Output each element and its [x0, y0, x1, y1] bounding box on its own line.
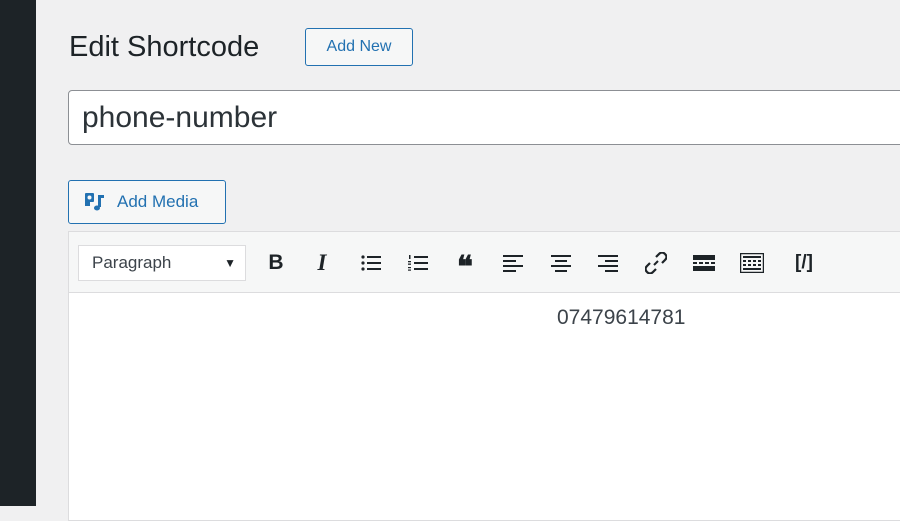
toolbar-toggle-icon: [740, 253, 764, 273]
editor-content[interactable]: 07479614781: [69, 294, 900, 514]
shortcode-title-input[interactable]: [68, 90, 900, 145]
italic-button[interactable]: I: [307, 246, 337, 280]
shortcode-button[interactable]: [/]: [786, 246, 822, 280]
align-center-icon: [551, 255, 571, 272]
shortcode-icon: [/]: [795, 252, 813, 273]
insert-link-icon: [645, 252, 667, 274]
align-center-button[interactable]: [546, 246, 576, 280]
align-right-button[interactable]: [593, 246, 623, 280]
bulleted-list-icon: [361, 255, 381, 271]
numbered-list-icon: [408, 255, 428, 271]
align-right-icon: [598, 255, 618, 272]
numbered-list-button[interactable]: [403, 246, 433, 280]
bulleted-list-button[interactable]: [356, 246, 386, 280]
add-media-button[interactable]: Add Media: [68, 180, 226, 224]
align-left-button[interactable]: [498, 246, 528, 280]
format-select[interactable]: Paragraph ▼: [78, 245, 246, 281]
add-new-button[interactable]: Add New: [305, 28, 413, 66]
align-left-icon: [503, 255, 523, 272]
bold-button[interactable]: B: [261, 246, 291, 280]
read-more-icon: [693, 255, 715, 271]
blockquote-button[interactable]: ❝: [450, 246, 480, 284]
toolbar-toggle-button[interactable]: [737, 246, 767, 280]
editor: Paragraph ▼ B I ❝ [/] 07479614781: [68, 231, 900, 521]
add-media-label: Add Media: [117, 192, 199, 211]
editor-toolbar: Paragraph ▼ B I ❝ [/]: [69, 232, 900, 293]
admin-sidebar: [0, 0, 36, 506]
media-icon: [83, 191, 107, 213]
blockquote-icon: ❝: [456, 251, 474, 284]
chevron-down-icon: ▼: [224, 256, 236, 270]
format-select-value: Paragraph: [92, 253, 172, 272]
editor-content-text: 07479614781: [557, 306, 686, 329]
insert-link-button[interactable]: [641, 246, 671, 280]
bold-icon: B: [268, 251, 284, 274]
read-more-button[interactable]: [689, 246, 719, 280]
page-title: Edit Shortcode: [69, 31, 260, 63]
italic-icon: I: [317, 250, 327, 275]
